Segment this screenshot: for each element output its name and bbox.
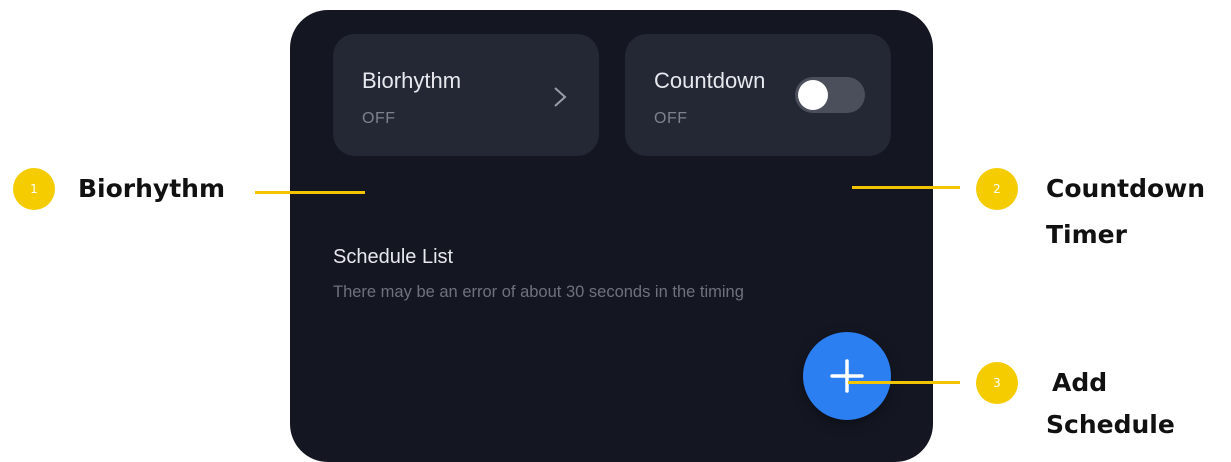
callout-line-1 [255, 191, 365, 194]
callout-line-2 [852, 186, 960, 189]
callout-badge-3: 3 [976, 362, 1018, 404]
callout-label-countdown: Countdown [1046, 174, 1206, 203]
callout-label-timer: Timer [1046, 220, 1127, 249]
toggle-knob [798, 80, 828, 110]
plus-icon [830, 359, 864, 393]
countdown-status: OFF [654, 110, 688, 127]
biorhythm-card[interactable]: Biorhythm OFF [333, 34, 599, 156]
countdown-toggle[interactable] [795, 77, 865, 113]
countdown-card: Countdown OFF [625, 34, 891, 156]
callout-badge-2: 2 [976, 168, 1018, 210]
phone-screen: Biorhythm OFF Countdown OFF Schedule Lis… [290, 10, 933, 462]
callout-line-3 [848, 381, 960, 384]
callout-label-schedule: Schedule [1046, 410, 1175, 439]
callout-label-biorhythm: Biorhythm [78, 174, 226, 203]
schedule-timing-note: There may be an error of about 30 second… [333, 283, 744, 301]
callout-label-add: Add [1052, 368, 1108, 397]
biorhythm-status: OFF [362, 110, 396, 127]
chevron-right-icon [554, 87, 567, 107]
schedule-list-title: Schedule List [333, 246, 454, 268]
biorhythm-title: Biorhythm [362, 68, 462, 93]
add-schedule-button[interactable] [803, 332, 891, 420]
callout-badge-1: 1 [13, 168, 55, 210]
countdown-title: Countdown [654, 68, 766, 93]
